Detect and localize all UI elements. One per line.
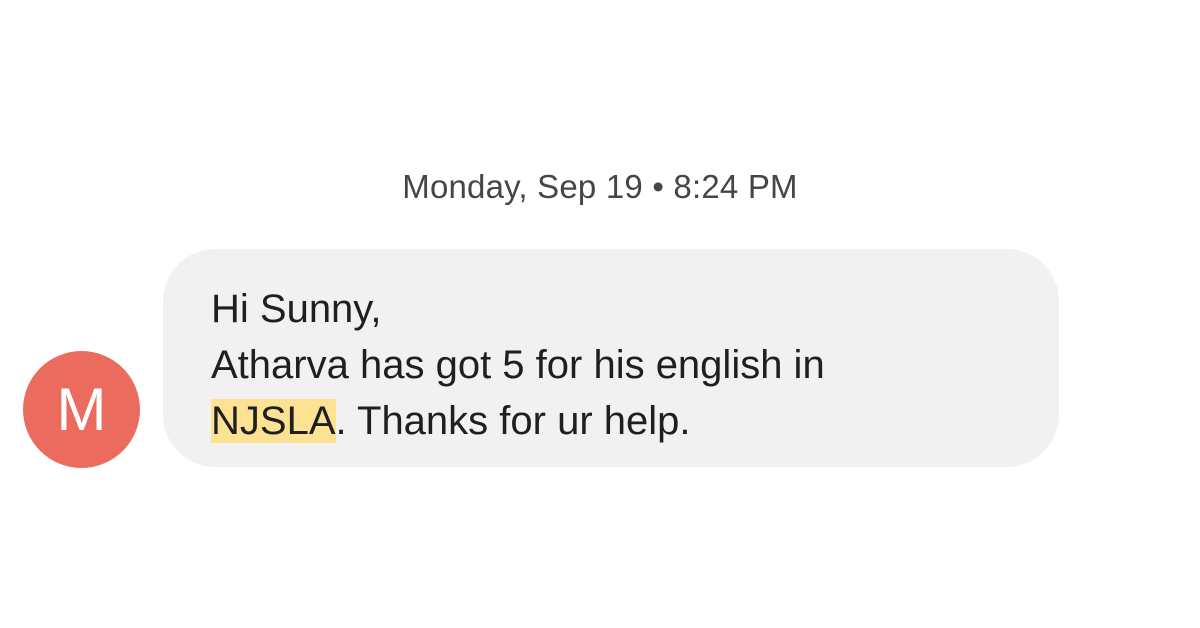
message-line-2: Atharva has got 5 for his english in xyxy=(211,343,825,387)
message-line-3: NJSLA. Thanks for ur help. xyxy=(211,393,1019,449)
highlighted-keyword[interactable]: NJSLA xyxy=(211,399,336,443)
sender-avatar[interactable]: M xyxy=(23,351,140,468)
message-thread: Monday, Sep 19 • 8:24 PM M Hi Sunny, Ath… xyxy=(0,0,1200,628)
message-line-3-rest: . Thanks for ur help. xyxy=(335,399,691,443)
message-line-1: Hi Sunny, xyxy=(211,287,382,331)
message-timestamp: Monday, Sep 19 • 8:24 PM xyxy=(402,168,798,205)
message-text: Hi Sunny, Atharva has got 5 for his engl… xyxy=(211,281,1019,449)
message-bubble[interactable]: Hi Sunny, Atharva has got 5 for his engl… xyxy=(163,249,1059,467)
